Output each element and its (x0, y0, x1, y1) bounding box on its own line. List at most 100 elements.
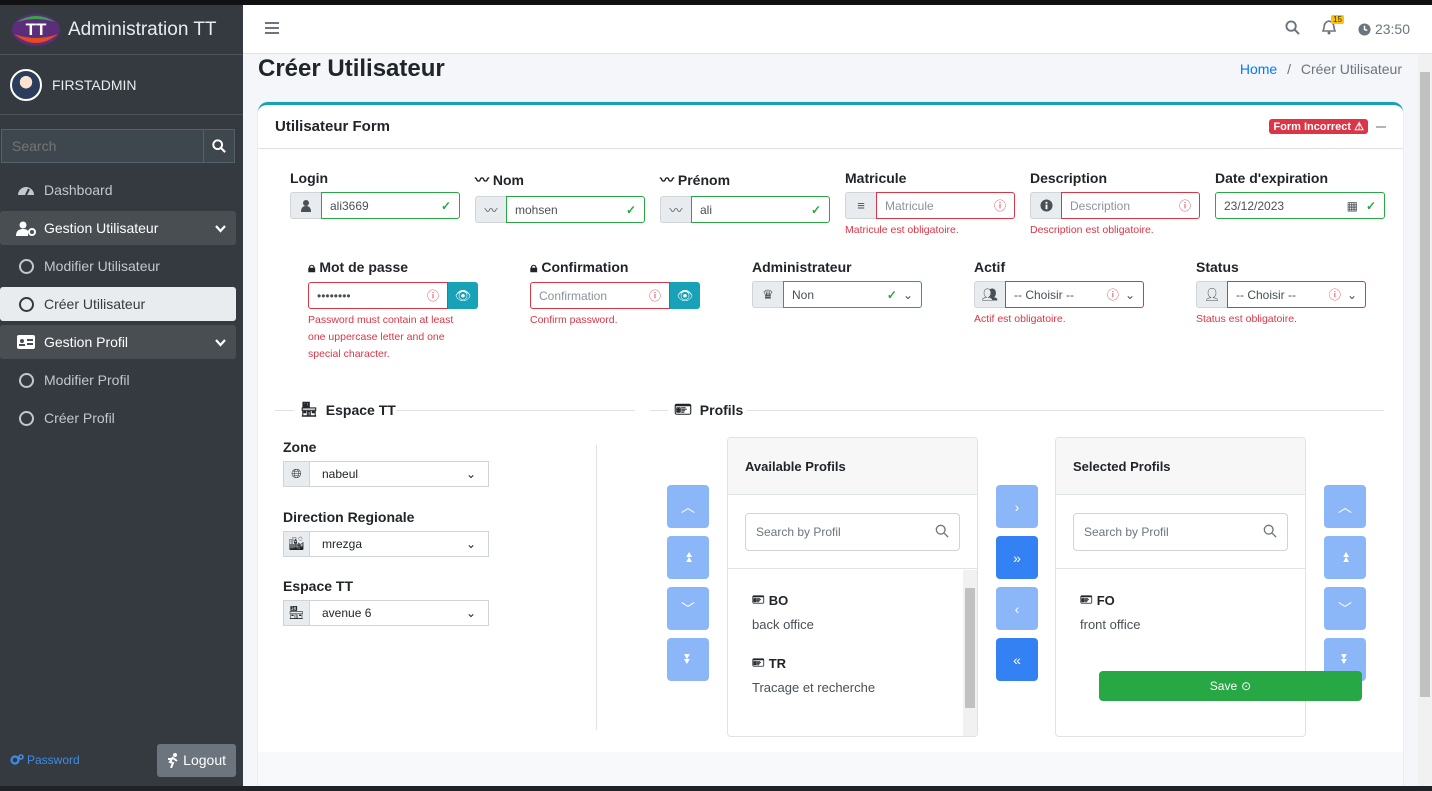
error-icon: ⓘ (648, 289, 661, 303)
sidebar-item-label: Modifier Profil (44, 372, 130, 388)
matricule-placeholder: Matricule (885, 198, 934, 213)
admin-label: Administrateur (752, 259, 852, 275)
error-icon: ⓘ (1106, 288, 1119, 302)
sidebar-item-modifier-utilisateur[interactable]: Modifier Utilisateur (0, 249, 236, 283)
date-input[interactable]: 23/12/2023 ▦ ✓ (1215, 192, 1385, 219)
check-icon: ✓ (810, 202, 821, 217)
divider (650, 410, 668, 411)
login-group: Login ali3669 ✓ (290, 170, 460, 219)
password-input[interactable]: •••••••• ⓘ (308, 282, 448, 309)
sidebar-search-button[interactable] (204, 129, 235, 163)
search-icon (212, 139, 226, 153)
breadcrumb-home-link[interactable]: Home (1240, 61, 1277, 77)
password-link[interactable]: Password (10, 753, 80, 767)
list-item[interactable]: 🪪︎ FO front office (1056, 593, 1305, 632)
espace-select[interactable]: avenue 6 ⌄ (309, 600, 489, 626)
date-value: 23/12/2023 (1224, 198, 1285, 213)
prenom-input[interactable]: ali ✓ (691, 196, 830, 223)
angle-left-icon: ‹ (1014, 600, 1020, 617)
zone-select[interactable]: nabeul ⌄ (309, 461, 489, 487)
available-move-up-button[interactable]: ︿ (667, 485, 709, 528)
check-icon: ✓ (440, 198, 451, 213)
calendar-icon[interactable]: ▦ (1347, 199, 1358, 213)
search-icon (1263, 524, 1277, 541)
eye-icon[interactable]: 👁︎ (448, 282, 478, 309)
selected-move-top-button[interactable]: ⏫︎ (1324, 536, 1366, 579)
profils-section-label: Profils (699, 401, 744, 418)
profil-desc: Tracage et recherche (752, 680, 876, 695)
page-scrollbar[interactable] (1418, 54, 1432, 786)
logout-label: Logout (183, 752, 226, 768)
notifications-bell-icon[interactable]: 15 (1321, 15, 1344, 38)
sidebar-footer: Password Logout (0, 742, 243, 778)
clock: 23:50 (1358, 21, 1410, 37)
zone-label: Zone (283, 439, 317, 455)
sidebar-item-gestion-utilisateur[interactable]: Gestion Utilisateur (0, 211, 236, 245)
list-item[interactable]: 🪪︎ BO back office (728, 593, 977, 632)
sidebar-item-gestion-profil[interactable]: Gestion Profil (0, 325, 236, 359)
list-item[interactable]: 🪪︎ TR Tracage et recherche (728, 656, 977, 695)
check-icon: ✓ (625, 202, 636, 217)
direction-select[interactable]: mrezga ⌄ (309, 531, 489, 557)
profil-code: TR (768, 656, 787, 671)
admin-select[interactable]: Non ✓ ⌄ (783, 281, 922, 308)
profil-code: BO (768, 593, 789, 608)
navbar-search-icon[interactable] (1285, 20, 1300, 38)
selected-move-down-button[interactable]: ﹀ (1324, 587, 1366, 630)
status-select[interactable]: -- Choisir -- ⓘ ⌄ (1227, 281, 1366, 308)
card-title: Utilisateur Form (275, 118, 391, 135)
logout-button[interactable]: Logout (157, 743, 236, 777)
profil-code: FO (1096, 593, 1115, 608)
chevron-down-icon: ⌄ (465, 467, 476, 481)
sidebar-search (1, 129, 235, 163)
status-label: Status (1196, 259, 1239, 275)
eye-icon[interactable]: 👁︎ (670, 282, 700, 309)
description-input[interactable]: Description ⓘ (1061, 192, 1200, 219)
selected-move-up-button[interactable]: ︿ (1324, 485, 1366, 528)
selected-search-placeholder: Search by Profil (1084, 525, 1169, 539)
collapse-icon[interactable] (1376, 125, 1386, 128)
matricule-input[interactable]: Matricule ⓘ (876, 192, 1015, 219)
clock-icon (1358, 22, 1371, 36)
move-all-right-button[interactable]: » (996, 536, 1038, 579)
available-move-down-button[interactable]: ﹀ (667, 587, 709, 630)
direction-value: mrezga (322, 537, 363, 551)
available-search-input[interactable]: Search by Profil (745, 513, 960, 551)
chevron-down-icon: ⌄ (465, 606, 476, 620)
list-scrollbar[interactable] (963, 570, 977, 736)
move-selected-right-button[interactable]: › (996, 485, 1038, 528)
selected-search-input[interactable]: Search by Profil (1073, 513, 1288, 551)
card-header: Utilisateur Form Form Incorrect ⚠ (258, 105, 1403, 149)
sidebar-item-creer-utilisateur[interactable]: Créer Utilisateur (0, 287, 236, 321)
zone-group: Zone 🌐︎ nabeul ⌄ (283, 439, 489, 487)
move-selected-left-button[interactable]: ‹ (996, 587, 1038, 630)
hamburger-menu-icon[interactable] (265, 21, 279, 37)
breadcrumb-separator: / (1287, 61, 1291, 77)
description-error: Description est obligatoire. (1030, 224, 1154, 236)
id-card-icon: 🪪︎ (1080, 595, 1093, 606)
sidebar-item-dashboard[interactable]: Dashboard (0, 173, 236, 207)
nom-input[interactable]: mohsen ✓ (506, 196, 645, 223)
confirmation-input[interactable]: Confirmation ⓘ (530, 282, 670, 309)
actif-select[interactable]: -- Choisir -- ⓘ ⌄ (1005, 281, 1144, 308)
login-label: Login (290, 170, 329, 186)
user-panel[interactable]: FIRSTADMIN (0, 55, 243, 115)
sidebar-item-modifier-profil[interactable]: Modifier Profil (0, 363, 236, 397)
move-all-left-button[interactable]: « (996, 638, 1038, 681)
selected-profils-title: Selected Profils (1056, 438, 1305, 495)
actif-error: Actif est obligatoire. (974, 313, 1066, 325)
circle-icon (16, 372, 36, 388)
available-move-top-button[interactable]: ⏫︎ (667, 536, 709, 579)
available-move-bottom-button[interactable]: ⏬︎ (667, 638, 709, 681)
save-button[interactable]: Save ⊙ (1099, 671, 1362, 701)
angle-double-down-icon: ⏬︎ (1341, 651, 1349, 667)
angle-right-icon: › (1014, 498, 1020, 515)
login-input[interactable]: ali3669 ✓ (321, 192, 460, 219)
sidebar-item-label: Créer Utilisateur (44, 296, 146, 312)
globe-icon: 🌐︎ (283, 461, 309, 487)
sidebar-item-creer-profil[interactable]: Créer Profil (0, 401, 236, 435)
column-divider (596, 445, 597, 730)
user-icon (290, 192, 321, 219)
brand[interactable]: TT Administration TT (0, 5, 243, 55)
sidebar-search-input[interactable] (1, 129, 204, 163)
